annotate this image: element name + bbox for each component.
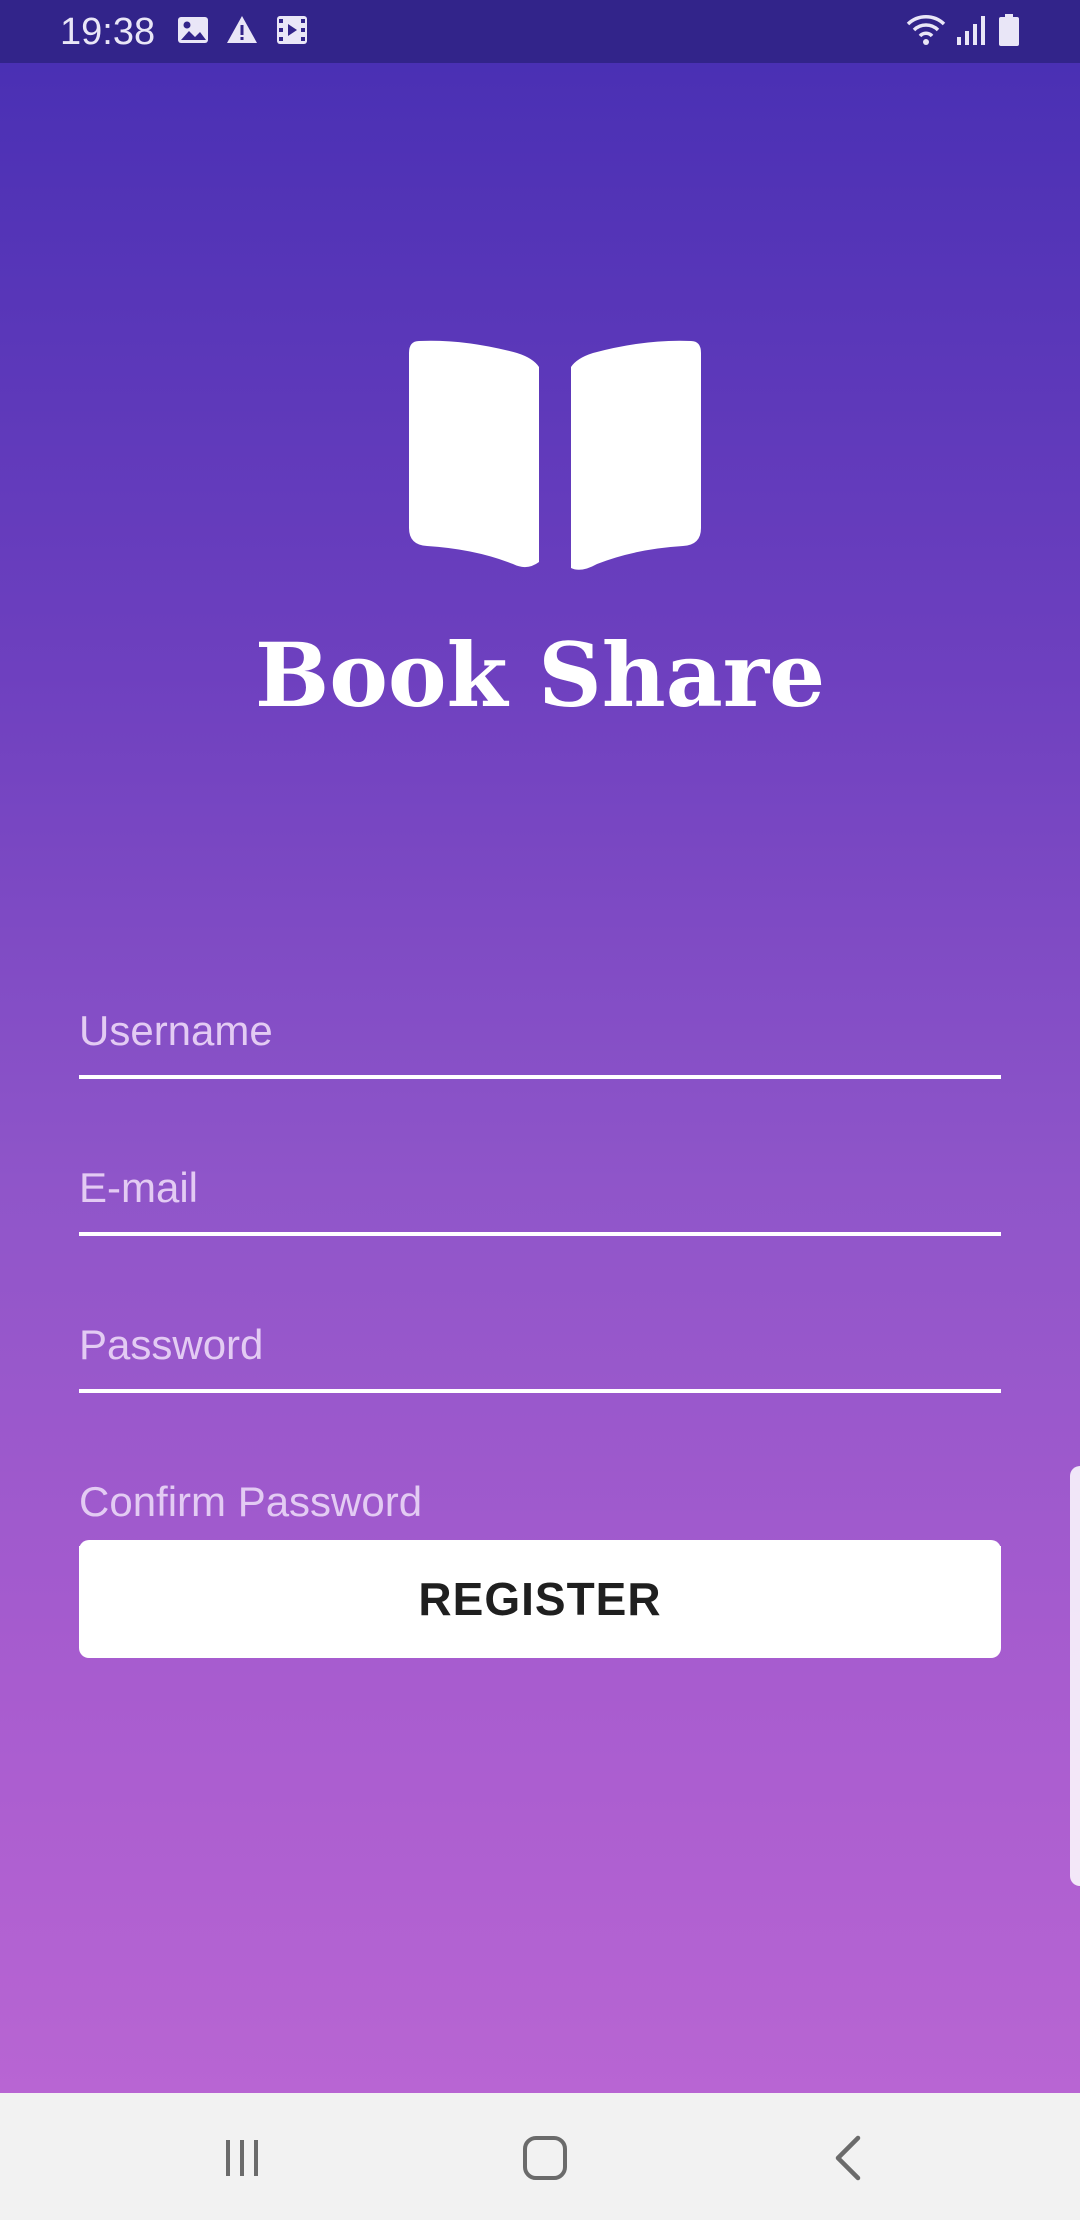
home-icon[interactable]: [510, 2123, 580, 2193]
password-field: [79, 1289, 1001, 1393]
back-icon[interactable]: [813, 2123, 883, 2193]
password-input[interactable]: [79, 1315, 1001, 1375]
signal-icon: [955, 13, 989, 47]
navigation-bar: [0, 2093, 1080, 2220]
open-book-icon: [405, 337, 705, 572]
username-input[interactable]: [79, 1001, 1001, 1061]
email-field: [79, 1132, 1001, 1236]
status-bar: 19:38: [0, 0, 1080, 63]
app-title: Book Share: [254, 623, 826, 727]
battery-icon: [997, 13, 1021, 47]
register-button[interactable]: REGISTER: [79, 1540, 1001, 1658]
video-icon: [275, 13, 309, 47]
email-input[interactable]: [79, 1158, 1001, 1218]
status-time: 19:38: [60, 11, 156, 53]
confirm-password-field: [79, 1446, 1001, 1550]
warning-icon: [225, 13, 259, 47]
wifi-icon: [905, 13, 947, 47]
recent-apps-icon[interactable]: [207, 2123, 277, 2193]
confirm-password-input[interactable]: [79, 1472, 1001, 1532]
username-field: [79, 975, 1001, 1079]
scrollbar[interactable]: [1070, 1466, 1080, 1886]
image-icon: [176, 13, 210, 47]
